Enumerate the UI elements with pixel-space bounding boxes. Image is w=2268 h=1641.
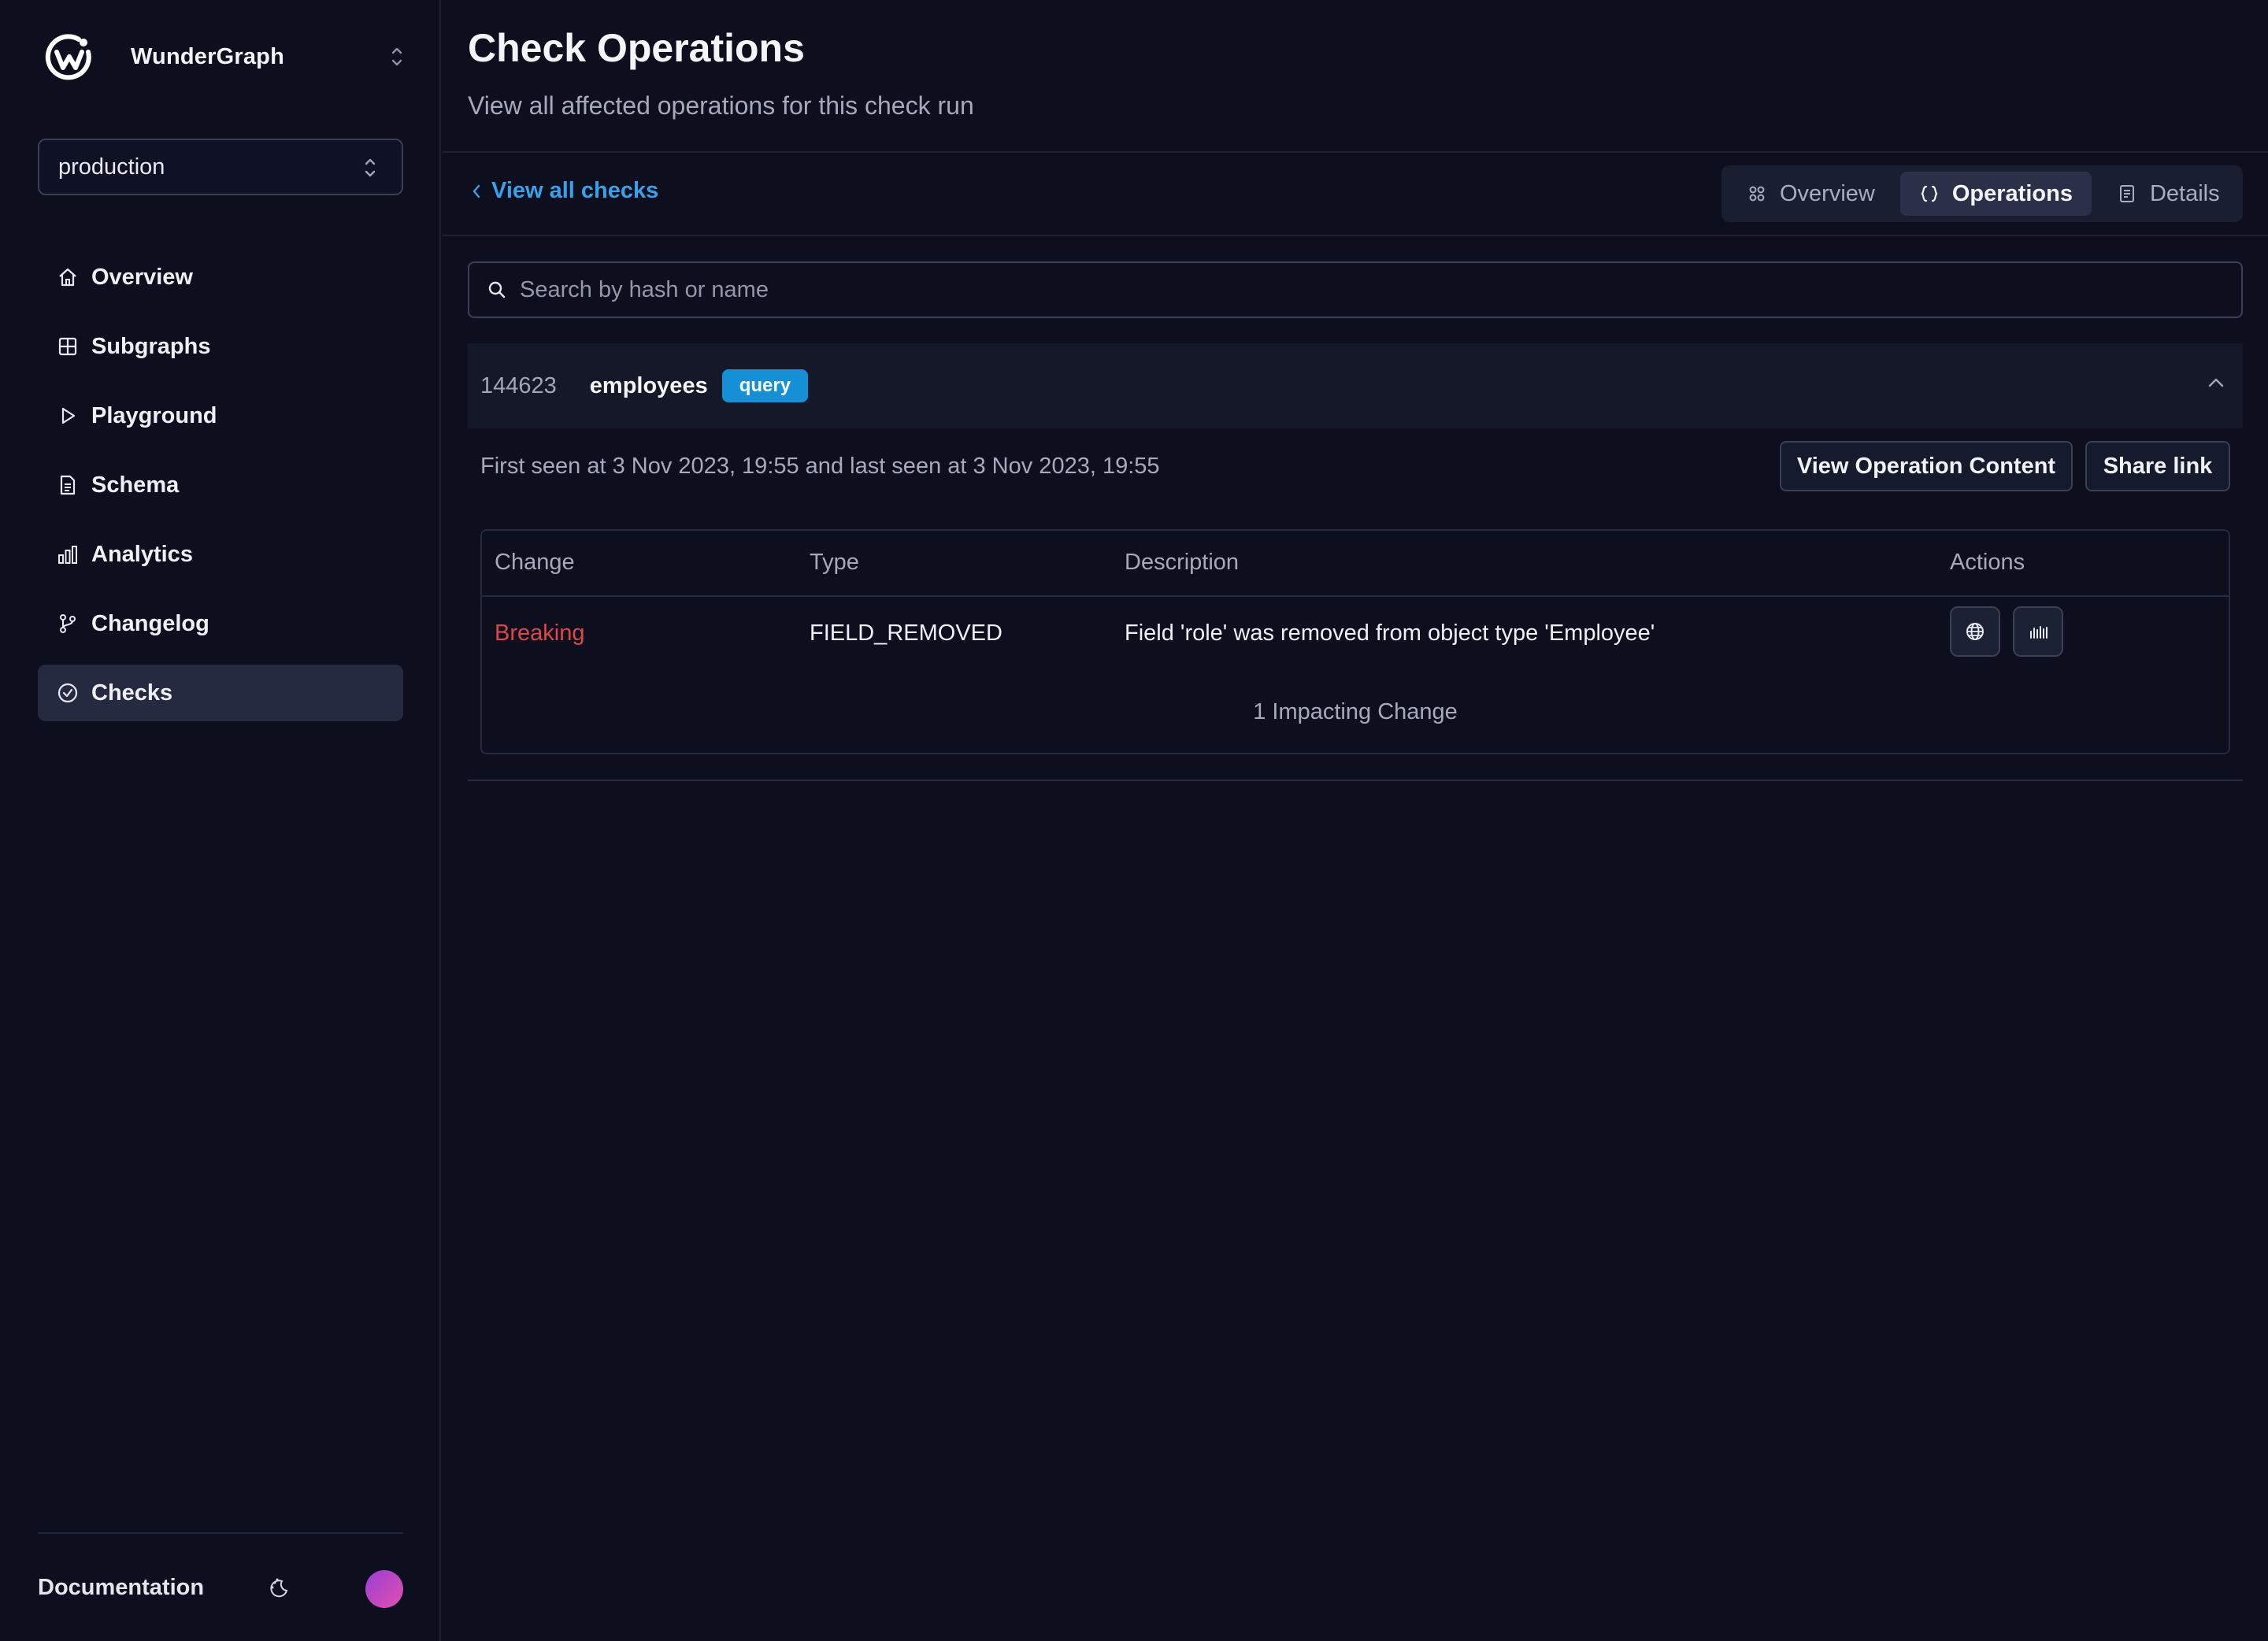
app-root: WunderGraph production Overview Subgraph…	[0, 0, 2268, 1641]
tab-label: Operations	[1951, 180, 2073, 206]
globe-icon	[1966, 623, 1984, 640]
sidebar-item-changelog[interactable]: Changelog	[38, 595, 403, 652]
sidebar-item-label: Changelog	[91, 610, 209, 636]
search-input[interactable]	[520, 276, 2095, 303]
sidebar-item-label: Checks	[91, 680, 173, 706]
column-header-description: Description	[1125, 550, 1240, 575]
chevron-left-icon	[472, 184, 480, 198]
view-tabs: Overview Operations Details	[1721, 165, 2243, 222]
main-content: Check Operations View all affected opera…	[443, 0, 2268, 1641]
home-icon	[57, 266, 79, 288]
sidebar-nav: Overview Subgraphs Playground Schema Ana…	[38, 249, 403, 734]
play-icon	[57, 405, 79, 427]
tab-overview[interactable]: Overview	[1728, 172, 1894, 216]
column-header-change: Change	[495, 550, 575, 575]
changes-table: Change Type Description Actions Breaking…	[480, 529, 2230, 754]
view-operation-content-button[interactable]: View Operation Content	[1780, 441, 2073, 491]
view-all-checks-label: View all checks	[491, 178, 659, 203]
sidebar-item-label: Schema	[91, 472, 180, 498]
tab-label: Details	[2149, 180, 2220, 206]
document-icon	[57, 474, 79, 496]
theme-toggle-icon[interactable]	[268, 1576, 291, 1600]
environment-select[interactable]: production	[38, 139, 403, 195]
sidebar-item-playground[interactable]: Playground	[38, 387, 403, 444]
usage-action-button[interactable]	[2013, 606, 2063, 657]
search-icon	[488, 281, 506, 298]
column-header-type: Type	[810, 550, 859, 575]
usage-chart-icon	[2030, 626, 2048, 639]
impacting-change-count: 1 Impacting Change	[1253, 699, 1458, 724]
tab-details[interactable]: Details	[2098, 172, 2239, 216]
divider	[443, 151, 2268, 153]
tab-operations[interactable]: Operations	[1899, 172, 2092, 216]
sidebar-item-analytics[interactable]: Analytics	[38, 526, 403, 583]
sidebar-item-label: Analytics	[91, 541, 193, 567]
avatar[interactable]	[365, 1570, 403, 1608]
operation-hash: 144623	[480, 372, 557, 398]
operation-header[interactable]: 144623 employees query	[468, 343, 2243, 428]
page-title: Check Operations	[468, 26, 805, 70]
globe-action-button[interactable]	[1950, 606, 2000, 657]
divider	[468, 780, 2243, 781]
change-type: FIELD_REMOVED	[810, 620, 1002, 646]
search-bar[interactable]	[468, 261, 2243, 318]
page-subtitle: View all affected operations for this ch…	[468, 91, 974, 120]
bar-chart-icon	[57, 543, 79, 565]
sidebar-item-label: Playground	[91, 402, 217, 428]
sidebar-item-checks[interactable]: Checks	[38, 665, 403, 721]
tab-label: Overview	[1780, 180, 1875, 206]
operation-type-badge: query	[721, 369, 809, 402]
operation-name: employees	[589, 372, 708, 398]
chevron-up-down-icon	[365, 158, 376, 177]
change-description: Field 'role' was removed from object typ…	[1125, 620, 1655, 646]
chevron-up-icon[interactable]	[2207, 376, 2225, 389]
sidebar-item-schema[interactable]: Schema	[38, 457, 403, 513]
brand-name: WunderGraph	[131, 43, 285, 69]
operation-seen-text: First seen at 3 Nov 2023, 19:55 and last…	[480, 454, 1160, 479]
sidebar: WunderGraph production Overview Subgraph…	[0, 0, 441, 1641]
details-icon	[2117, 183, 2137, 204]
column-header-actions: Actions	[1950, 550, 2025, 575]
documentation-link[interactable]: Documentation	[38, 1575, 204, 1601]
environment-select-value: production	[58, 154, 165, 180]
share-link-button[interactable]: Share link	[2085, 441, 2230, 491]
grid-icon	[57, 335, 79, 357]
change-severity: Breaking	[495, 620, 585, 646]
overview-icon	[1747, 183, 1767, 204]
check-circle-icon	[57, 682, 79, 704]
chevron-up-down-icon	[391, 47, 402, 66]
view-all-checks-link[interactable]: View all checks	[471, 178, 658, 204]
sidebar-item-subgraphs[interactable]: Subgraphs	[38, 318, 403, 375]
sidebar-item-label: Overview	[91, 264, 193, 290]
braces-icon	[1919, 183, 1940, 204]
sidebar-item-overview[interactable]: Overview	[38, 249, 403, 306]
sidebar-footer: Documentation	[38, 1532, 403, 1641]
divider	[443, 235, 2268, 236]
divider	[482, 595, 2229, 597]
sidebar-item-label: Subgraphs	[91, 333, 211, 359]
brand-switcher[interactable]: WunderGraph	[44, 30, 406, 83]
git-branch-icon	[57, 613, 79, 635]
wundergraph-logo-icon	[45, 34, 91, 80]
